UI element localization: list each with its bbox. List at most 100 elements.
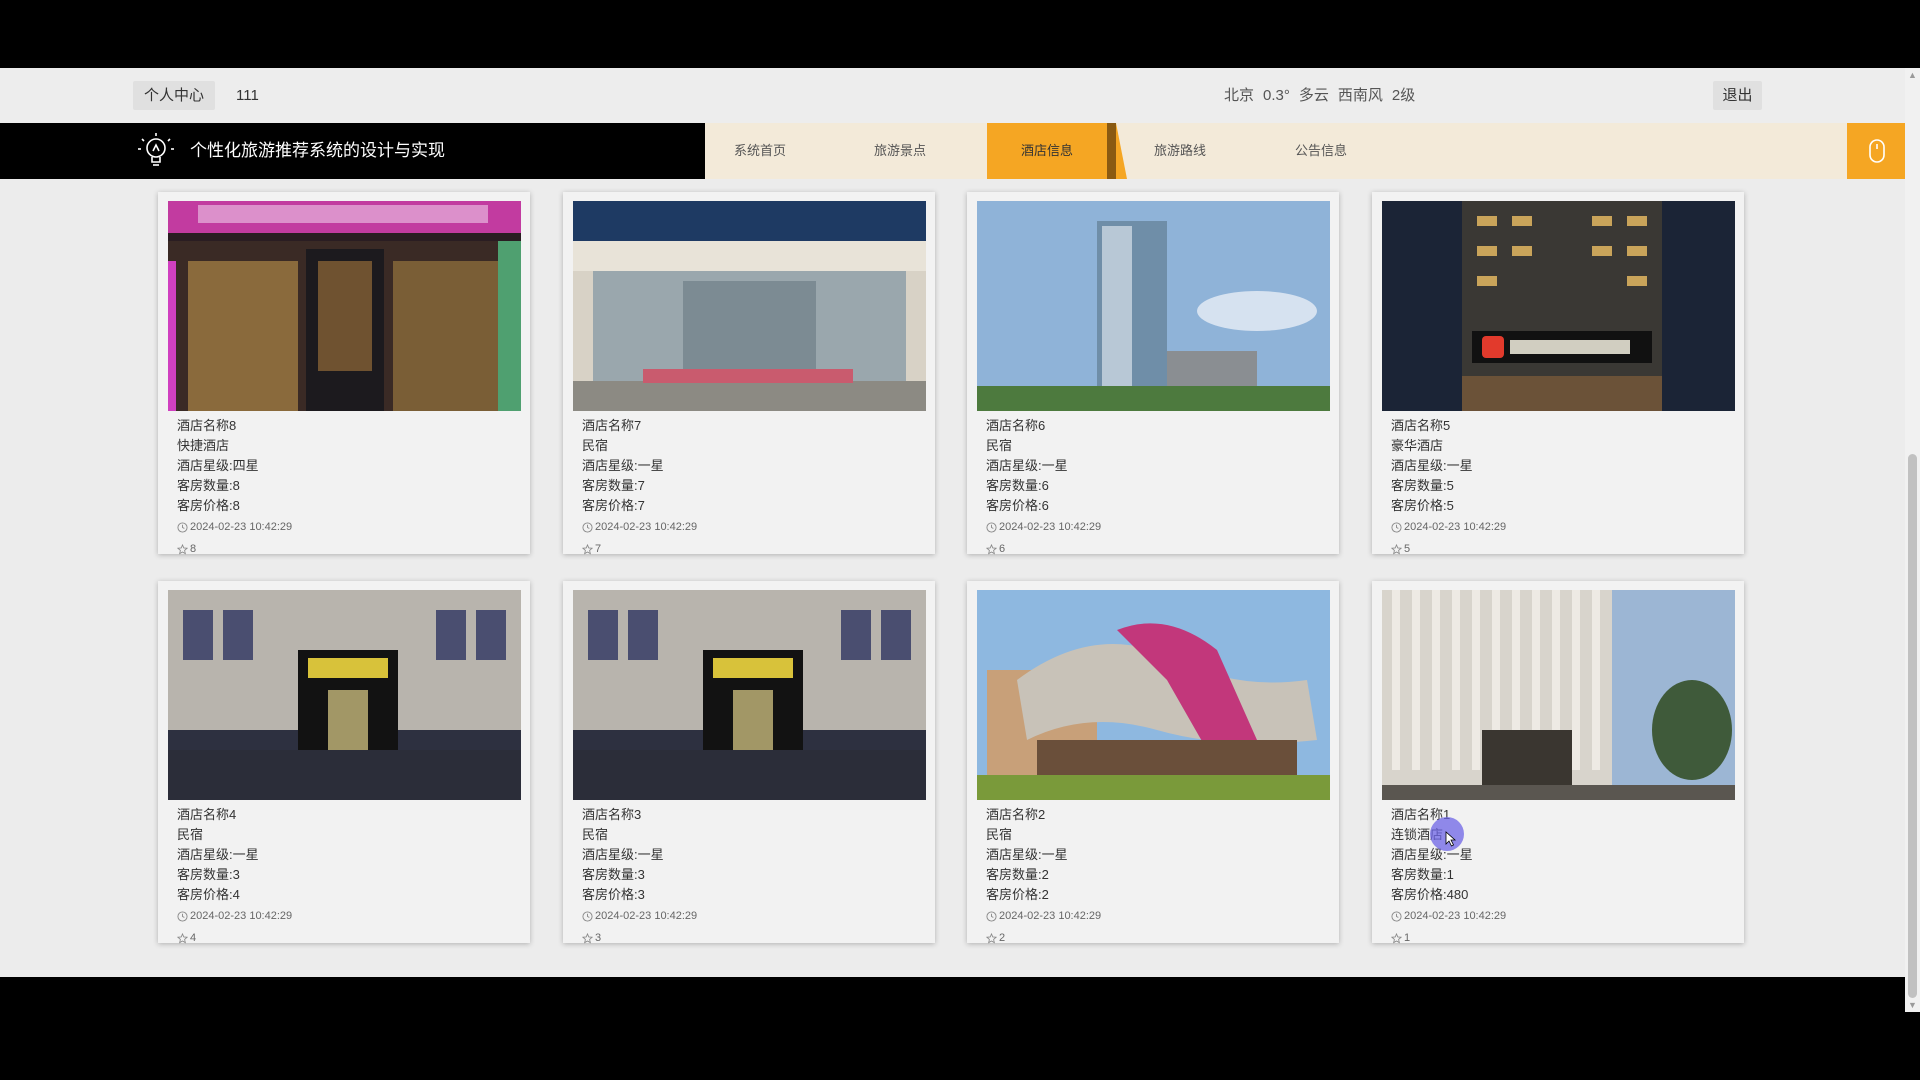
- weather-info: 北京 0.3° 多云 西南风 2级: [1224, 81, 1415, 110]
- hotel-type: 豪华酒店: [1391, 438, 1444, 453]
- hotel-time: 2024-02-23 10:42:29: [986, 517, 1326, 538]
- weather-condition: 多云: [1298, 87, 1329, 104]
- hotel-likes[interactable]: 8: [177, 539, 517, 559]
- page-scrollbar[interactable]: ▲ ▼: [1905, 68, 1920, 1012]
- hotel-card[interactable]: 酒店名称5 豪华酒店 酒店星级:一星 客房数量:5 客房价格:5 2024-02…: [1372, 192, 1744, 555]
- hotel-card[interactable]: 酒店名称4 民宿 酒店星级:一星 客房数量:3 客房价格:4 2024-02-2…: [158, 581, 530, 944]
- hotel-likes-count: 2: [999, 932, 1006, 944]
- nav-home[interactable]: 系统首页: [690, 123, 830, 179]
- hotel-price: 客房价格:6: [986, 498, 1049, 513]
- hotel-rooms: 客房数量:5: [1391, 478, 1454, 493]
- hotel-card[interactable]: 酒店名称3 民宿 酒店星级:一星 客房数量:3 客房价格:3 2024-02-2…: [563, 581, 935, 944]
- hotel-likes-count: 4: [190, 932, 197, 944]
- hotel-likes-count: 3: [595, 932, 602, 944]
- hotel-info: 酒店名称6 民宿 酒店星级:一星 客房数量:6 客房价格:6 2024-02-2…: [986, 416, 1326, 559]
- hotel-name[interactable]: 酒店名称2: [986, 805, 1326, 825]
- hotel-likes-count: 7: [595, 543, 602, 555]
- clock-icon: [582, 522, 593, 533]
- hotel-time-text: 2024-02-23 10:42:29: [999, 910, 1102, 922]
- clock-icon: [986, 911, 997, 922]
- hotel-price: 客房价格:5: [1391, 498, 1454, 513]
- hotel-time-text: 2024-02-23 10:42:29: [1404, 910, 1507, 922]
- hotel-card[interactable]: 酒店名称2 民宿 酒店星级:一星 客房数量:2 客房价格:2 2024-02-2…: [967, 581, 1339, 944]
- hotel-name[interactable]: 酒店名称5: [1391, 416, 1731, 436]
- hotel-price: 客房价格:7: [582, 498, 645, 513]
- hotel-likes[interactable]: 3: [582, 928, 922, 948]
- hotel-name[interactable]: 酒店名称6: [986, 416, 1326, 436]
- star-icon: [177, 932, 188, 943]
- hotel-rooms: 客房数量:8: [177, 478, 240, 493]
- site-title: 个性化旅游推荐系统的设计与实现: [190, 141, 445, 160]
- nav-attractions[interactable]: 旅游景点: [830, 123, 970, 179]
- weather-temp: 0.3°: [1263, 87, 1290, 104]
- hotel-likes[interactable]: 6: [986, 539, 1326, 559]
- hotel-info: 酒店名称7 民宿 酒店星级:一星 客房数量:7 客房价格:7 2024-02-2…: [582, 416, 922, 559]
- hotel-likes[interactable]: 2: [986, 928, 1326, 948]
- logout-button[interactable]: 退出: [1713, 81, 1762, 110]
- hotel-name[interactable]: 酒店名称4: [177, 805, 517, 825]
- clock-icon: [177, 522, 188, 533]
- hotel-star: 酒店星级:一星: [582, 458, 664, 473]
- hotel-price: 客房价格:3: [582, 887, 645, 902]
- hotel-star: 酒店星级:四星: [177, 458, 259, 473]
- nav-routes[interactable]: 旅游路线: [1110, 123, 1250, 179]
- weather-wind-dir: 西南风: [1337, 87, 1383, 104]
- username: 111: [236, 87, 259, 104]
- hotel-card[interactable]: 酒店名称1 连锁酒店 酒店星级:一星 客房数量:1 客房价格:480 2024-…: [1372, 581, 1744, 944]
- star-icon: [177, 543, 188, 554]
- hotel-price: 客房价格:8: [177, 498, 240, 513]
- hotel-likes[interactable]: 5: [1391, 539, 1731, 559]
- hotel-rooms: 客房数量:2: [986, 867, 1049, 882]
- hotel-star: 酒店星级:一星: [1391, 458, 1473, 473]
- nav-hotels[interactable]: 酒店信息: [987, 123, 1107, 179]
- main-nav: 个性化旅游推荐系统的设计与实现 系统首页 旅游景点 酒店信息 旅游路线 公告信息: [0, 123, 1905, 179]
- hotel-likes[interactable]: 4: [177, 928, 517, 948]
- hotel-rooms: 客房数量:1: [1391, 867, 1454, 882]
- hotel-time-text: 2024-02-23 10:42:29: [190, 910, 293, 922]
- hotel-star: 酒店星级:一星: [986, 458, 1068, 473]
- hotel-info: 酒店名称5 豪华酒店 酒店星级:一星 客房数量:5 客房价格:5 2024-02…: [1391, 416, 1731, 559]
- clock-icon: [582, 911, 593, 922]
- hotel-likes[interactable]: 7: [582, 539, 922, 559]
- hotel-image[interactable]: [573, 201, 926, 411]
- hotel-info: 酒店名称4 民宿 酒店星级:一星 客房数量:3 客房价格:4 2024-02-2…: [177, 805, 517, 948]
- weather-wind-level: 2级: [1391, 87, 1416, 104]
- scroll-thumb[interactable]: [1908, 454, 1917, 998]
- hotel-image[interactable]: [1382, 201, 1735, 411]
- hotel-card[interactable]: 酒店名称6 民宿 酒店星级:一星 客房数量:6 客房价格:6 2024-02-2…: [967, 192, 1339, 555]
- hotel-image[interactable]: [168, 590, 521, 800]
- hotel-info: 酒店名称8 快捷酒店 酒店星级:四星 客房数量:8 客房价格:8 2024-02…: [177, 416, 517, 559]
- hotel-time: 2024-02-23 10:42:29: [582, 517, 922, 538]
- hotel-likes-count: 6: [999, 543, 1006, 555]
- hotel-image[interactable]: [168, 201, 521, 411]
- clock-icon: [177, 911, 188, 922]
- user-center-button[interactable]: 个人中心: [133, 81, 215, 110]
- hotel-card[interactable]: 酒店名称8 快捷酒店 酒店星级:四星 客房数量:8 客房价格:8 2024-02…: [158, 192, 530, 555]
- hotel-time: 2024-02-23 10:42:29: [177, 906, 517, 927]
- hotel-name[interactable]: 酒店名称7: [582, 416, 922, 436]
- hotel-card[interactable]: 酒店名称7 民宿 酒店星级:一星 客房数量:7 客房价格:7 2024-02-2…: [563, 192, 935, 555]
- hotel-likes[interactable]: 1: [1391, 928, 1731, 948]
- hotel-image[interactable]: [977, 590, 1330, 800]
- hotel-name[interactable]: 酒店名称3: [582, 805, 922, 825]
- nav-notices[interactable]: 公告信息: [1251, 123, 1391, 179]
- hotel-time: 2024-02-23 10:42:29: [1391, 517, 1731, 538]
- hotel-star: 酒店星级:一星: [986, 847, 1068, 862]
- hotel-time-text: 2024-02-23 10:42:29: [1404, 521, 1507, 533]
- clock-icon: [986, 522, 997, 533]
- hotel-name[interactable]: 酒店名称8: [177, 416, 517, 436]
- hotel-star: 酒店星级:一星: [582, 847, 664, 862]
- brand: 个性化旅游推荐系统的设计与实现: [0, 123, 705, 179]
- nav-right-button[interactable]: [1847, 123, 1905, 179]
- hotel-time-text: 2024-02-23 10:42:29: [999, 521, 1102, 533]
- hotel-time-text: 2024-02-23 10:42:29: [595, 521, 698, 533]
- scroll-up-icon[interactable]: ▲: [1905, 68, 1920, 82]
- hotel-rooms: 客房数量:7: [582, 478, 645, 493]
- scroll-down-icon[interactable]: ▼: [1905, 998, 1920, 1012]
- hotel-image[interactable]: [573, 590, 926, 800]
- star-icon: [582, 543, 593, 554]
- hotel-price: 客房价格:480: [1391, 887, 1469, 902]
- hotel-image[interactable]: [977, 201, 1330, 411]
- hotel-likes-count: 8: [190, 543, 197, 555]
- hotel-image[interactable]: [1382, 590, 1735, 800]
